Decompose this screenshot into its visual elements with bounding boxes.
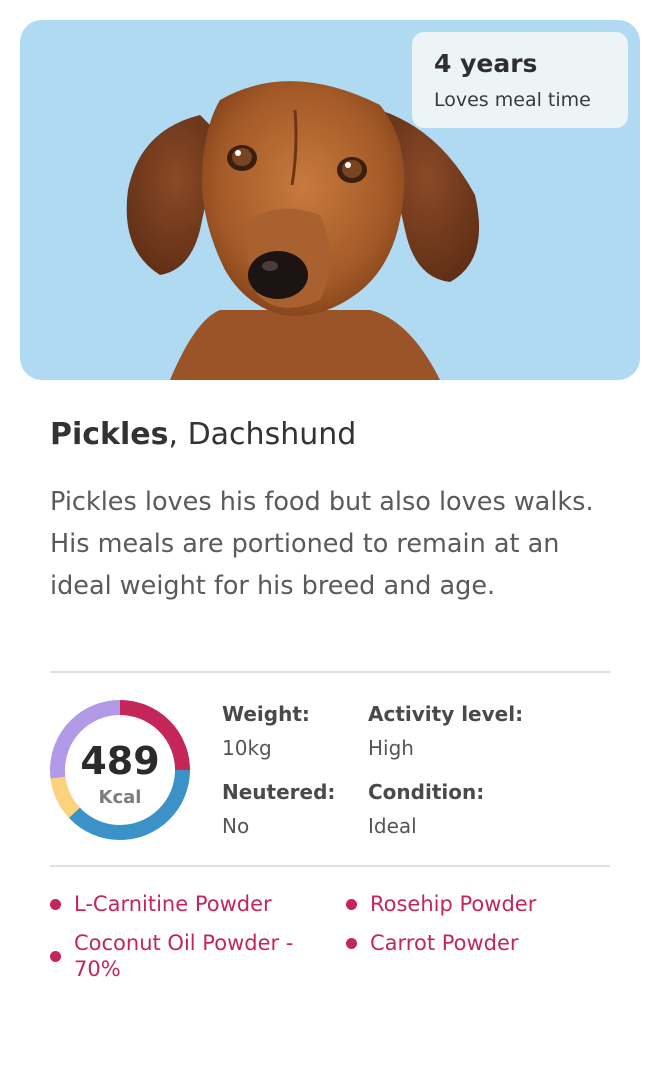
age-subtitle: Loves meal time <box>434 89 591 111</box>
age-badge: 4 years Loves meal time <box>412 32 628 128</box>
age-title: 4 years <box>434 49 538 78</box>
calorie-unit: Kcal <box>98 787 142 808</box>
ingredient-label: Carrot Powder <box>370 931 519 955</box>
divider <box>50 865 610 867</box>
condition-label: Condition: <box>368 780 485 804</box>
ingredient-label: L-Carnitine Powder <box>74 892 272 916</box>
condition-value: Ideal <box>368 814 417 838</box>
bullet-dot-icon <box>346 938 357 949</box>
pet-breed: , Dachshund <box>168 417 357 452</box>
bullet-dot-icon <box>50 899 61 910</box>
divider <box>50 671 610 673</box>
bullet-dot-icon <box>50 951 61 962</box>
neutered-value: No <box>222 814 250 838</box>
bullet-dot-icon <box>346 899 357 910</box>
ingredient-label: Coconut Oil Powder - 70% <box>74 931 294 981</box>
pet-description: Pickles loves his food but also loves wa… <box>50 487 594 601</box>
ingredient-item: Rosehip Powder <box>346 891 616 917</box>
ingredient-item: L-Carnitine Powder <box>50 891 330 917</box>
activity-level-value: High <box>368 736 414 760</box>
ingredient-label: Rosehip Powder <box>370 892 537 916</box>
pet-photo-card: 4 years Loves meal time <box>20 20 640 380</box>
calorie-value: 489 <box>80 739 160 783</box>
pet-name: Pickles <box>50 417 169 452</box>
neutered-label: Neutered: <box>222 780 336 804</box>
activity-level-label: Activity level: <box>368 702 524 726</box>
pet-heading: Pickles, Dachshund <box>50 414 356 456</box>
ingredient-item: Carrot Powder <box>346 930 616 956</box>
weight-label: Weight: <box>222 702 310 726</box>
weight-value: 10kg <box>222 736 272 760</box>
ingredient-item: Coconut Oil Powder - 70% <box>50 930 330 982</box>
